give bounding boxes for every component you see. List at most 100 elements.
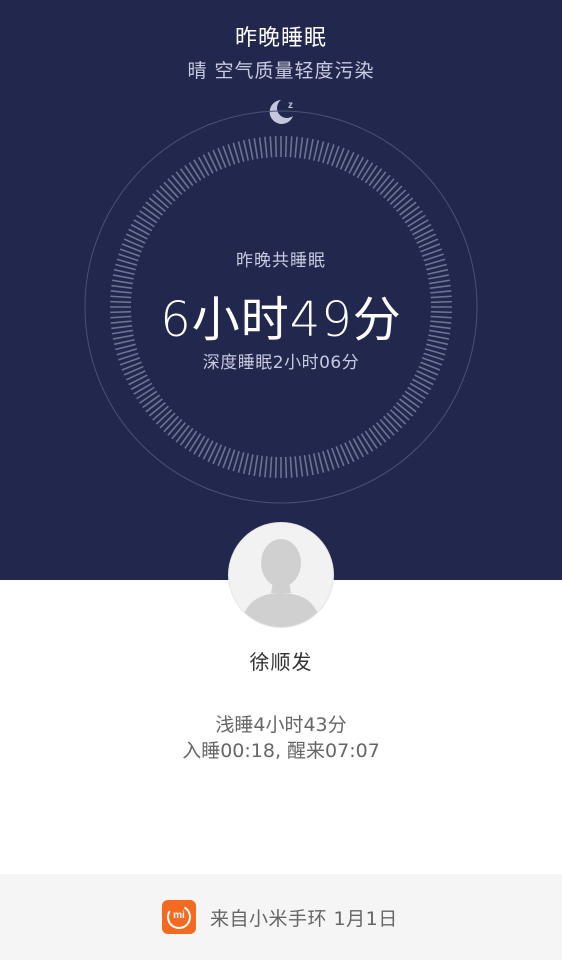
dial-tick [356, 435, 369, 455]
dial-tick [145, 398, 163, 413]
dial-tick [274, 456, 278, 478]
dial-label: 昨晚共睡眠 [236, 251, 326, 271]
dial-tick [308, 138, 314, 160]
dial-tick [284, 456, 288, 478]
dial-tick [248, 138, 254, 160]
dial-tick [139, 390, 158, 404]
dial-tick [407, 214, 426, 228]
dial-tick [130, 378, 150, 391]
dial-tick [148, 197, 166, 213]
dial-tick [372, 171, 387, 189]
dial-tick [197, 156, 210, 176]
dial-tick [159, 185, 176, 202]
dial-tick [396, 401, 414, 417]
dial-tick [155, 189, 173, 205]
dial-tick [193, 435, 206, 455]
dial-tick [163, 181, 179, 199]
deep-sleep-value: 深度睡眠2小时06分 [202, 353, 360, 373]
dial-tick [372, 425, 387, 443]
dial-tick [386, 185, 403, 202]
dial-tick [175, 425, 190, 443]
dial-tick [401, 205, 420, 220]
dial-tick [179, 427, 194, 446]
dial-tick [136, 214, 155, 228]
dial-tick [399, 201, 417, 216]
dial-tick [379, 418, 395, 436]
user-name: 徐顺发 [249, 650, 313, 674]
dial-tick [258, 455, 263, 477]
dial-tick [317, 141, 325, 162]
dial-tick [317, 452, 325, 473]
dial-tick [404, 210, 423, 224]
dial-tick [232, 142, 240, 164]
dial-tick [264, 136, 268, 158]
dial-tick [274, 136, 278, 158]
dial-tick [152, 405, 170, 421]
dial-tick [184, 430, 198, 449]
total-sleep-value: 6小时49分 [160, 292, 402, 348]
dial-tick [303, 455, 309, 477]
dial-tick [171, 174, 187, 192]
dial-tick [155, 409, 173, 425]
dial-tick [167, 418, 183, 436]
dial-tick [188, 433, 202, 452]
dial-tick [407, 386, 426, 400]
dial-tick [364, 430, 378, 449]
mi-logo-icon: mi [162, 900, 196, 934]
dial-tick [409, 219, 429, 232]
dial-tick [248, 454, 254, 476]
dial-tick [401, 394, 420, 409]
dial-tick [392, 405, 410, 421]
dial-tick [163, 415, 179, 433]
dial-tick [360, 162, 374, 181]
dial-tick [253, 455, 259, 477]
dial-tick [136, 386, 155, 400]
dial-tick [375, 422, 391, 440]
avatar[interactable] [229, 523, 333, 627]
dial-tick [322, 450, 330, 472]
dial-tick [112, 274, 134, 280]
dial-tick [352, 438, 365, 458]
dial-tick [253, 137, 259, 159]
dial-tick [412, 223, 432, 236]
dial-tick [375, 174, 391, 192]
dial-tick [308, 454, 314, 476]
dial-tick [237, 452, 245, 473]
dial-tick [294, 136, 298, 158]
dial-tick [428, 274, 450, 280]
dial-tick [356, 159, 369, 179]
dial-tick [242, 453, 250, 475]
dial-tick [269, 136, 273, 158]
default-avatar-icon [241, 539, 321, 627]
dial-tick [360, 433, 374, 452]
dial-tick [175, 171, 190, 189]
dial-tick [142, 205, 161, 220]
dial-tick [184, 165, 198, 184]
dial-tick [188, 162, 202, 181]
dial-tick [312, 139, 320, 161]
light-sleep-stat: 浅睡4小时43分 [215, 714, 347, 736]
dial-tick [171, 422, 187, 440]
dial-tick [389, 189, 407, 205]
dial-tick [145, 201, 163, 216]
mi-logo-text: mi [173, 910, 185, 921]
dial-tick [232, 450, 240, 472]
dial-tick [412, 378, 432, 391]
dial-tick [399, 398, 417, 413]
dial-tick [269, 456, 273, 478]
dial-tick [159, 412, 176, 429]
dial-tick [133, 219, 153, 232]
sleep-times-stat: 入睡00:18, 醒来07:07 [182, 740, 380, 762]
dial-tick [303, 137, 309, 159]
dial-tick [289, 136, 293, 158]
dial-tick [294, 456, 298, 478]
dial-tick [386, 412, 403, 429]
dial-tick [133, 382, 153, 395]
dial-tick [364, 165, 378, 184]
dial-tick [193, 159, 206, 179]
dial-tick [258, 137, 263, 159]
dial-tick [148, 401, 166, 417]
dial-tick [299, 455, 304, 477]
dial-tick [379, 178, 395, 196]
dial-tick [152, 193, 170, 209]
